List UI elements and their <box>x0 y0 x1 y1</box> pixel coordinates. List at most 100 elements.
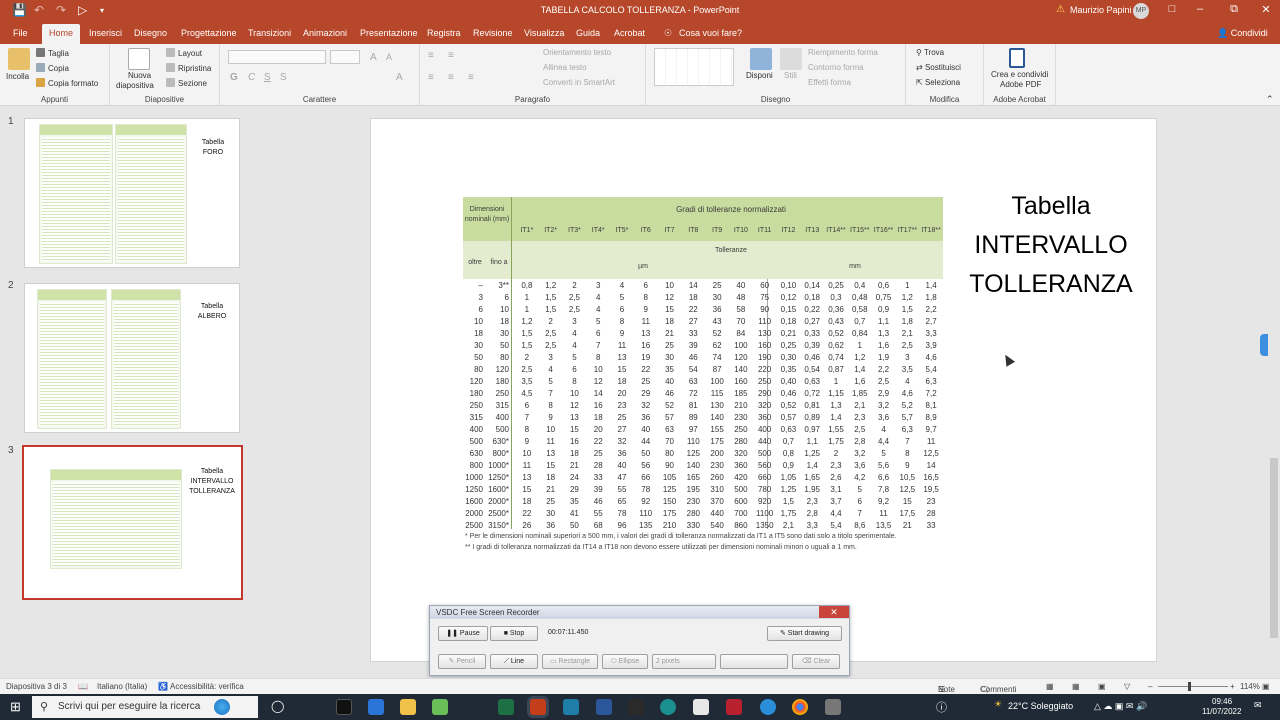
zoom-out-icon[interactable]: – <box>1148 682 1152 691</box>
slide-canvas[interactable]: Dimensioni nominali (mm) Gradi di toller… <box>370 118 1157 662</box>
close-icon[interactable]: ✕ <box>1256 3 1276 16</box>
shapes-gallery[interactable] <box>654 48 734 86</box>
edge-icon[interactable] <box>760 699 776 715</box>
shape-effects-button[interactable]: Effetti forma <box>808 78 851 87</box>
powerpoint-icon[interactable] <box>530 699 546 715</box>
tab-view[interactable]: Visualizza <box>524 28 564 38</box>
tray-icons[interactable]: △ ☁ ▣ ✉ 🔊 <box>1094 701 1147 712</box>
tab-insert[interactable]: Inserisci <box>89 28 122 38</box>
recorder-close-icon[interactable]: ✕ <box>819 606 849 618</box>
clock-date[interactable]: 11/07/2022 <box>1202 707 1241 716</box>
fit-slide-icon[interactable]: ▣ <box>1262 682 1270 691</box>
rectangle-button[interactable]: ▭ Rectangle <box>542 654 598 669</box>
task-view-icon[interactable]: ◯ <box>271 699 284 713</box>
avatar[interactable]: MP <box>1133 3 1149 19</box>
arduino-icon[interactable] <box>660 699 676 715</box>
slideshow-icon[interactable]: ▽ <box>1124 682 1130 691</box>
font-color-icon[interactable]: A <box>396 72 403 83</box>
align-right-icon[interactable]: ≡ <box>468 72 474 83</box>
tab-acrobat[interactable]: Acrobat <box>614 28 645 38</box>
smartart-button[interactable]: Converti in SmartArt <box>543 78 615 87</box>
arrange-button[interactable]: Disponi <box>746 71 773 80</box>
font-name-input[interactable] <box>228 50 326 64</box>
start-drawing-button[interactable]: ✎ Start drawing <box>767 626 842 641</box>
ribbon-display-icon[interactable]: □ <box>1162 3 1182 15</box>
zoom-slider[interactable] <box>1158 686 1228 687</box>
cortana-icon[interactable] <box>214 699 230 715</box>
tab-help[interactable]: Guida <box>576 28 600 38</box>
zoom-in-icon[interactable]: + <box>1230 682 1235 691</box>
word-icon[interactable] <box>596 699 612 715</box>
dropbox-icon[interactable] <box>368 699 384 715</box>
find-button[interactable]: ⚲ Trova <box>916 48 944 57</box>
bullets-icon[interactable]: ≡ <box>428 50 434 61</box>
tab-home[interactable]: Home <box>42 24 81 44</box>
align-text-button[interactable]: Allinea testo <box>543 63 587 72</box>
clock-time[interactable]: 09:46 <box>1212 697 1232 706</box>
matlab-icon[interactable] <box>628 699 644 715</box>
pause-button[interactable]: ❚❚ Pause <box>438 626 488 641</box>
normal-view-icon[interactable]: ▦ <box>1046 682 1054 691</box>
color-select[interactable] <box>720 654 788 669</box>
tell-me-search[interactable]: Cosa vuoi fare? <box>679 28 742 38</box>
vsdc-icon[interactable] <box>563 699 579 715</box>
slide-sorter-icon[interactable]: ▦ <box>1072 682 1080 691</box>
line-button[interactable]: ⟋ Line <box>490 654 538 669</box>
tab-design[interactable]: Progettazione <box>181 28 237 38</box>
stop-button[interactable]: ■ Stop <box>490 626 538 641</box>
chrome-icon[interactable] <box>792 699 808 715</box>
replace-button[interactable]: ⇄ Sostituisci <box>916 63 961 72</box>
arrange-icon[interactable] <box>750 48 772 70</box>
pencil-button[interactable]: ✎ Pencil <box>438 654 486 669</box>
clear-button[interactable]: ⌫ Clear <box>792 654 840 669</box>
tab-transitions[interactable]: Transizioni <box>248 28 291 38</box>
vertical-scrollbar[interactable] <box>1268 106 1280 678</box>
zoom-slider-thumb[interactable] <box>1188 682 1191 691</box>
slide-thumbnail-3[interactable]: Tabella INTERVALLO TOLLERANZA <box>22 445 243 600</box>
tab-slideshow[interactable]: Presentazione <box>360 28 418 38</box>
copy-button[interactable]: Copia <box>36 63 69 73</box>
collapse-ribbon-icon[interactable]: ⌃ <box>1266 94 1274 105</box>
text-direction-button[interactable]: Orientamento testo <box>543 48 611 57</box>
app-icon-2[interactable] <box>693 699 709 715</box>
tab-review[interactable]: Revisione <box>473 28 513 38</box>
shape-fill-button[interactable]: Riempimento forma <box>808 48 878 57</box>
spellcheck-icon[interactable]: 📖 <box>78 682 88 691</box>
font-size-input[interactable] <box>330 50 360 64</box>
quick-styles-icon[interactable] <box>780 48 802 70</box>
notification-icon[interactable]: ✉ <box>1254 700 1262 711</box>
tolerance-table-image[interactable]: Dimensioni nominali (mm) Gradi di toller… <box>463 197 943 551</box>
slide-thumbnail-1[interactable]: Tabella FORO <box>24 118 240 268</box>
create-pdf-button[interactable]: Crea e condividi <box>991 70 1048 79</box>
scrollbar-thumb[interactable] <box>1270 458 1278 638</box>
weather-text[interactable]: 22°C Soleggiato <box>1008 701 1073 711</box>
app-icon-4[interactable] <box>825 699 841 715</box>
tab-record[interactable]: Registra <box>427 28 461 38</box>
format-painter-button[interactable]: Copia formato <box>36 78 98 88</box>
reading-view-icon[interactable]: ▣ <box>1098 682 1106 691</box>
shadow-icon[interactable]: S <box>280 72 287 83</box>
amazon-icon[interactable] <box>336 699 352 715</box>
share-button[interactable]: 👤 Condividi <box>1217 28 1268 39</box>
tab-file[interactable]: File <box>13 28 28 38</box>
slide-title[interactable]: Tabella INTERVALLO TOLLERANZA <box>956 187 1146 304</box>
select-button[interactable]: ⇱ Seleziona <box>916 78 960 87</box>
align-left-icon[interactable]: ≡ <box>428 72 434 83</box>
ellipse-button[interactable]: ⬭ Ellipse <box>602 654 648 669</box>
numbering-icon[interactable]: ≡ <box>448 50 454 61</box>
windows-start-icon[interactable]: ⊞ <box>10 699 21 715</box>
layout-button[interactable]: Layout <box>166 48 202 58</box>
shape-outline-button[interactable]: Contorno forma <box>808 63 864 72</box>
excel-icon[interactable] <box>498 699 514 715</box>
language-indicator[interactable]: Italiano (Italia) <box>97 682 147 691</box>
quick-styles-button[interactable]: Stili <box>784 71 797 80</box>
minimize-icon[interactable]: – <box>1190 3 1210 15</box>
pdf-icon[interactable] <box>1009 48 1025 68</box>
reset-button[interactable]: Ripristina <box>166 63 211 73</box>
bold-icon[interactable]: G <box>230 72 238 83</box>
paste-icon[interactable] <box>8 48 30 70</box>
align-center-icon[interactable]: ≡ <box>448 72 454 83</box>
paste-button[interactable]: Incolla <box>6 72 29 81</box>
new-slide-button[interactable]: Nuova <box>128 71 151 80</box>
zoom-level[interactable]: 114% <box>1240 682 1260 691</box>
